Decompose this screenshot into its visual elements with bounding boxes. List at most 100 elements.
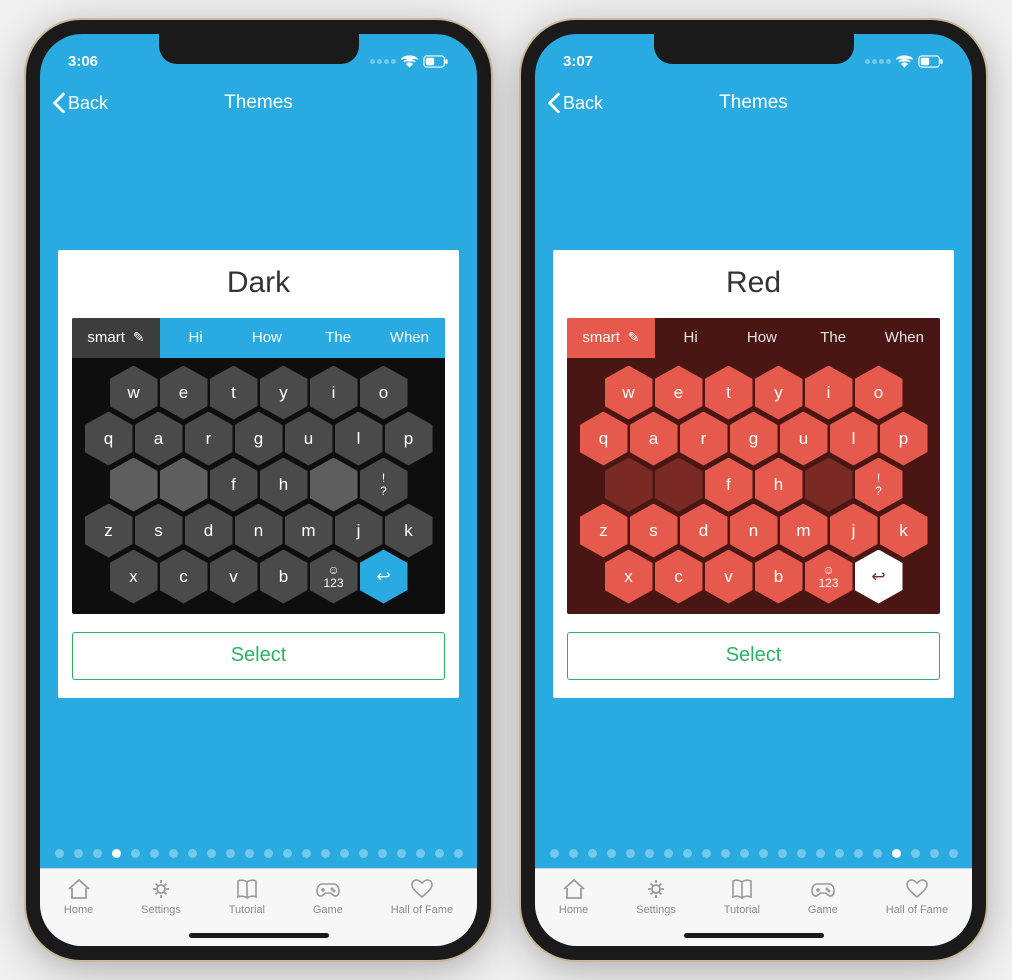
suggestion-mode-label: smart [582,329,620,346]
hex-key[interactable]: x [605,550,653,604]
tab-settings[interactable]: Settings [636,877,676,916]
suggestion-item[interactable]: When [869,318,940,358]
suggestion-mode[interactable]: smart ✎ [72,318,160,358]
hex-key[interactable]: x [110,550,158,604]
pager-dot[interactable] [702,849,711,858]
book-icon [729,877,755,901]
tab-label: Settings [636,904,676,916]
hex-key[interactable]: c [655,550,703,604]
tab-home[interactable]: Home [559,877,588,916]
tab-hall-of-fame[interactable]: Hall of Fame [391,877,453,916]
pager-dot[interactable] [188,849,197,858]
pager-dot[interactable] [607,849,616,858]
pager-dot[interactable] [588,849,597,858]
phone-frame: 3:07 Back Themes Red smart [521,20,986,960]
pager-dot[interactable] [378,849,387,858]
suggestion-item[interactable]: The [798,318,869,358]
pager-dot[interactable] [550,849,559,858]
pager-dot[interactable] [55,849,64,858]
tab-label: Game [313,904,343,916]
pager[interactable] [535,819,972,868]
pager-dot[interactable] [264,849,273,858]
pager-dot[interactable] [454,849,463,858]
pager-dot[interactable] [226,849,235,858]
pager-dot[interactable] [626,849,635,858]
pager-dot[interactable] [169,849,178,858]
nav-bar: Back Themes [535,78,972,128]
tab-hall-of-fame[interactable]: Hall of Fame [886,877,948,916]
pager-dot[interactable] [131,849,140,858]
pager-dot[interactable] [797,849,806,858]
gamepad-icon [809,877,837,901]
pager-dot[interactable] [816,849,825,858]
pager-dot[interactable] [892,849,901,858]
tab-tutorial[interactable]: Tutorial [229,877,265,916]
pager-dot[interactable] [359,849,368,858]
pager[interactable] [40,819,477,868]
hex-key[interactable]: b [755,550,803,604]
suggestion-item[interactable]: How [231,318,302,358]
back-button[interactable]: Back [52,92,108,114]
tab-label: Settings [141,904,181,916]
suggestion-bar: smart ✎ Hi How The When [72,318,445,358]
book-icon [234,877,260,901]
pager-dot[interactable] [397,849,406,858]
suggestion-item[interactable]: The [303,318,374,358]
pager-dot[interactable] [283,849,292,858]
pager-dot[interactable] [721,849,730,858]
pager-dot[interactable] [664,849,673,858]
suggestion-item[interactable]: When [374,318,445,358]
tab-tutorial[interactable]: Tutorial [724,877,760,916]
hex-key[interactable]: b [260,550,308,604]
suggestion-item[interactable]: Hi [655,318,726,358]
heart-icon [409,877,435,901]
pager-dot[interactable] [340,849,349,858]
pager-dot[interactable] [645,849,654,858]
pager-dot[interactable] [759,849,768,858]
tab-home[interactable]: Home [64,877,93,916]
pager-dot[interactable] [245,849,254,858]
home-icon [561,877,587,901]
tab-label: Home [64,904,93,916]
hex-key[interactable]: v [210,550,258,604]
signal-icon [370,59,396,64]
suggestion-mode[interactable]: smart ✎ [567,318,655,358]
hex-key[interactable]: ↩ [360,550,408,604]
pager-dot[interactable] [911,849,920,858]
pager-dot[interactable] [778,849,787,858]
hex-key[interactable]: v [705,550,753,604]
pager-dot[interactable] [93,849,102,858]
pager-dot[interactable] [112,849,121,858]
hex-key[interactable]: ☺123 [310,550,358,604]
signal-icon [865,59,891,64]
suggestion-item[interactable]: How [726,318,797,358]
pager-dot[interactable] [74,849,83,858]
pager-dot[interactable] [207,849,216,858]
pager-dot[interactable] [302,849,311,858]
select-label: Select [231,644,287,667]
pager-dot[interactable] [854,849,863,858]
pager-dot[interactable] [150,849,159,858]
tab-game[interactable]: Game [808,877,838,916]
pager-dot[interactable] [949,849,958,858]
select-button[interactable]: Select [567,632,940,680]
pager-dot[interactable] [835,849,844,858]
home-indicator[interactable] [189,933,329,938]
suggestion-item[interactable]: Hi [160,318,231,358]
hex-key[interactable]: ↩ [855,550,903,604]
home-indicator[interactable] [684,933,824,938]
hex-key[interactable]: c [160,550,208,604]
hex-key[interactable]: ☺123 [805,550,853,604]
pager-dot[interactable] [873,849,882,858]
pager-dot[interactable] [569,849,578,858]
pager-dot[interactable] [435,849,444,858]
pager-dot[interactable] [683,849,692,858]
select-button[interactable]: Select [72,632,445,680]
pager-dot[interactable] [930,849,939,858]
pager-dot[interactable] [416,849,425,858]
tab-settings[interactable]: Settings [141,877,181,916]
tab-game[interactable]: Game [313,877,343,916]
pager-dot[interactable] [321,849,330,858]
back-button[interactable]: Back [547,92,603,114]
pager-dot[interactable] [740,849,749,858]
